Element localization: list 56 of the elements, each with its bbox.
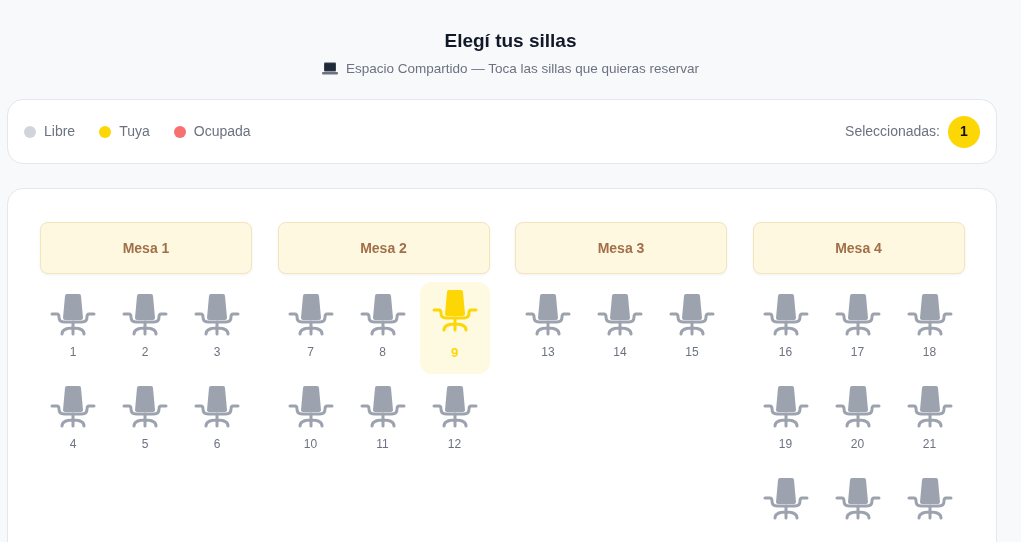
table-header: Mesa 1 bbox=[40, 222, 252, 275]
chair-icon bbox=[287, 386, 334, 429]
seat-button[interactable]: 18 bbox=[894, 282, 965, 375]
legend-label: Tuya bbox=[119, 122, 150, 142]
chair-icon bbox=[359, 386, 406, 429]
page-title: Elegí tus sillas bbox=[443, 30, 578, 53]
seat-button[interactable]: 2 bbox=[110, 282, 180, 375]
laptop-icon bbox=[321, 62, 338, 76]
chair-icon bbox=[50, 386, 96, 429]
page-subtitle: Espacio Compartido — Toca las sillas que quieras reservar bbox=[345, 59, 700, 78]
chair-icon bbox=[194, 386, 240, 429]
chair-icon bbox=[762, 294, 809, 337]
chair-icon bbox=[906, 294, 953, 337]
seat-button[interactable]: 19 bbox=[750, 374, 821, 467]
legend-label: Libre bbox=[44, 122, 76, 142]
chair-icon bbox=[669, 294, 715, 337]
chair-icon bbox=[287, 294, 334, 337]
chair-icon bbox=[431, 290, 478, 333]
legend-label: Ocupada bbox=[193, 122, 251, 142]
seat-button[interactable]: 10 bbox=[275, 374, 346, 467]
seat-button[interactable]: 20 bbox=[822, 374, 893, 467]
selected-count-label: Seleccionadas: bbox=[845, 122, 940, 142]
chair-icon bbox=[50, 294, 96, 337]
seat-button[interactable]: 4 bbox=[38, 374, 108, 467]
table-header: Mesa 2 bbox=[277, 222, 490, 275]
chair-icon bbox=[834, 478, 881, 521]
chair-icon bbox=[906, 386, 953, 429]
seat-button[interactable]: 7 bbox=[275, 282, 346, 375]
seat-button[interactable]: 12 bbox=[419, 374, 490, 467]
chair-icon bbox=[431, 386, 478, 429]
chair-icon bbox=[834, 294, 881, 337]
chair-icon bbox=[834, 386, 881, 429]
seat-button[interactable]: 21 bbox=[894, 374, 965, 467]
seat-button[interactable]: 5 bbox=[110, 374, 180, 467]
table-header: Mesa 3 bbox=[515, 222, 727, 275]
chair-icon bbox=[525, 294, 571, 337]
chair-icon bbox=[194, 294, 240, 337]
seat-button[interactable]: 6 bbox=[182, 374, 252, 467]
chair-icon bbox=[597, 294, 643, 337]
seat-button[interactable]: 1 bbox=[38, 282, 108, 375]
seat-button[interactable]: 11 bbox=[347, 374, 418, 467]
seat-button[interactable]: 16 bbox=[750, 282, 821, 375]
seat-button[interactable]: 14 bbox=[585, 282, 655, 375]
chair-icon bbox=[762, 478, 809, 521]
seat-button[interactable]: 15 bbox=[657, 282, 727, 375]
seat-button[interactable]: 3 bbox=[182, 282, 252, 375]
chair-icon bbox=[122, 386, 168, 429]
chair-icon bbox=[906, 478, 953, 521]
table-header: Mesa 4 bbox=[752, 222, 965, 275]
chair-icon bbox=[359, 294, 406, 337]
chair-icon bbox=[762, 386, 809, 429]
seat-button[interactable]: 17 bbox=[822, 282, 893, 375]
seat-button[interactable]: 8 bbox=[347, 282, 418, 375]
chair-icon bbox=[122, 294, 168, 337]
seat-button[interactable]: 13 bbox=[513, 282, 583, 375]
selected-count-badge: 1 bbox=[948, 115, 980, 148]
